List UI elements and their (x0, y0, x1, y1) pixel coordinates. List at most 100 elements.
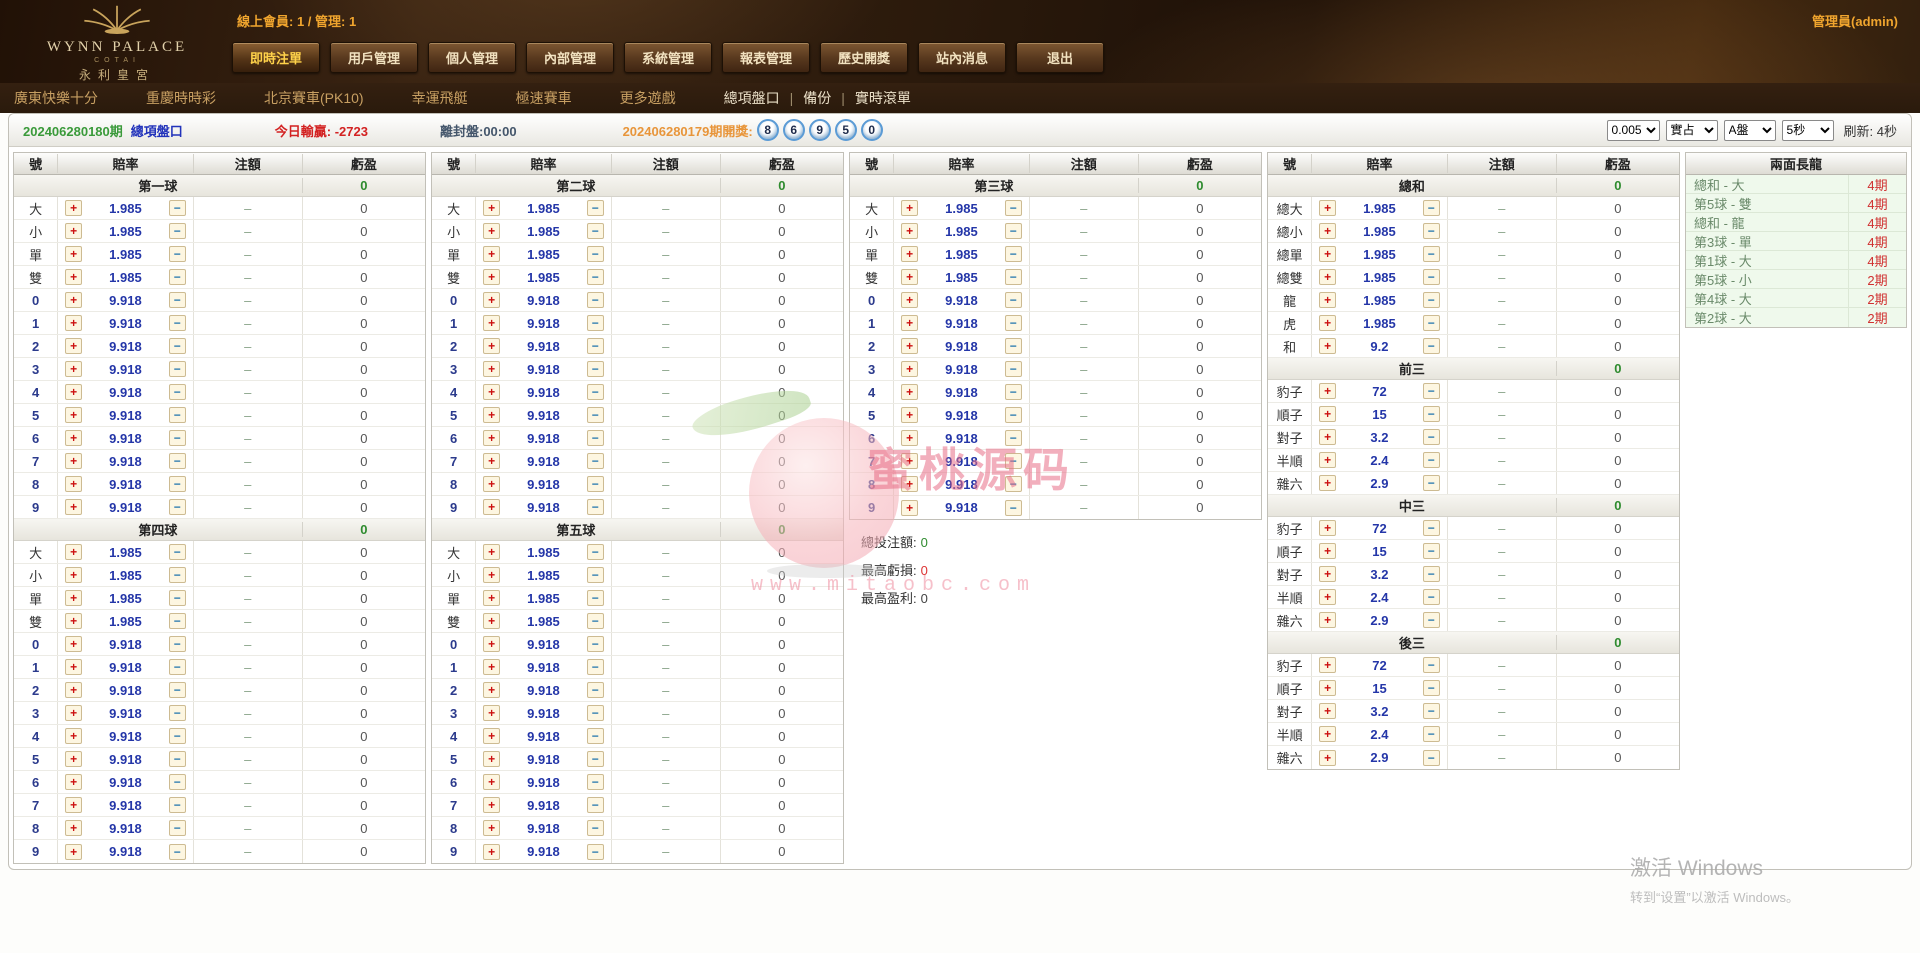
sub-nav-item[interactable]: 北京賽車(PK10) (264, 88, 364, 108)
odds-decrease-button[interactable]: − (1423, 383, 1440, 399)
odds-increase-button[interactable]: + (1319, 452, 1336, 468)
odds-increase-button[interactable]: + (483, 567, 500, 583)
odds-increase-button[interactable]: + (65, 728, 82, 744)
odds-decrease-button[interactable]: − (1423, 292, 1440, 308)
odds-increase-button[interactable]: + (483, 476, 500, 492)
odds-increase-button[interactable]: + (483, 613, 500, 629)
odds-increase-button[interactable]: + (1319, 429, 1336, 445)
odds-decrease-button[interactable]: − (1005, 246, 1022, 262)
odds-increase-button[interactable]: + (65, 659, 82, 675)
odds-increase-button[interactable]: + (483, 430, 500, 446)
odds-decrease-button[interactable]: − (587, 246, 604, 262)
odds-increase-button[interactable]: + (901, 407, 918, 423)
odds-increase-button[interactable]: + (483, 682, 500, 698)
odds-increase-button[interactable]: + (483, 751, 500, 767)
sub-nav-item[interactable]: 更多遊戲 (620, 88, 676, 108)
odds-increase-button[interactable]: + (1319, 612, 1336, 628)
streak-row[interactable]: 第4球 - 大2期 (1686, 289, 1906, 308)
odds-increase-button[interactable]: + (1319, 475, 1336, 491)
odds-increase-button[interactable]: + (65, 476, 82, 492)
odds-increase-button[interactable]: + (901, 500, 918, 516)
odds-increase-button[interactable]: + (65, 407, 82, 423)
odds-increase-button[interactable]: + (483, 844, 500, 860)
odds-decrease-button[interactable]: − (169, 384, 186, 400)
nav-tab-即時注單[interactable]: 即時注單 (232, 42, 320, 73)
odds-decrease-button[interactable]: − (169, 453, 186, 469)
odds-decrease-button[interactable]: − (587, 728, 604, 744)
sub-nav-link[interactable]: 實時滾單 (855, 88, 911, 108)
odds-increase-button[interactable]: + (65, 223, 82, 239)
board-type-select[interactable]: A盤 (1724, 120, 1776, 141)
odds-decrease-button[interactable]: − (169, 430, 186, 446)
odds-decrease-button[interactable]: − (1005, 200, 1022, 216)
odds-decrease-button[interactable]: − (1423, 223, 1440, 239)
odds-decrease-button[interactable]: − (1005, 476, 1022, 492)
odds-increase-button[interactable]: + (1319, 406, 1336, 422)
odds-decrease-button[interactable]: − (587, 407, 604, 423)
streak-row[interactable]: 第5球 - 雙4期 (1686, 194, 1906, 213)
odds-increase-button[interactable]: + (1319, 543, 1336, 559)
odds-increase-button[interactable]: + (65, 544, 82, 560)
nav-tab-系統管理[interactable]: 系統管理 (624, 42, 712, 73)
odds-increase-button[interactable]: + (65, 751, 82, 767)
odds-decrease-button[interactable]: − (587, 567, 604, 583)
odds-increase-button[interactable]: + (65, 844, 82, 860)
odds-increase-button[interactable]: + (65, 246, 82, 262)
odds-decrease-button[interactable]: − (169, 613, 186, 629)
odds-increase-button[interactable]: + (483, 797, 500, 813)
odds-increase-button[interactable]: + (65, 499, 82, 515)
odds-increase-button[interactable]: + (901, 338, 918, 354)
odds-decrease-button[interactable]: − (169, 544, 186, 560)
odds-increase-button[interactable]: + (65, 613, 82, 629)
odds-increase-button[interactable]: + (1319, 269, 1336, 285)
odds-increase-button[interactable]: + (901, 292, 918, 308)
odds-decrease-button[interactable]: − (169, 728, 186, 744)
odds-decrease-button[interactable]: − (587, 797, 604, 813)
odds-decrease-button[interactable]: − (587, 361, 604, 377)
odds-decrease-button[interactable]: − (1005, 223, 1022, 239)
odds-step-select[interactable]: 0.005 (1607, 120, 1660, 141)
odds-decrease-button[interactable]: − (169, 315, 186, 331)
odds-decrease-button[interactable]: − (587, 384, 604, 400)
nav-tab-站內消息[interactable]: 站內消息 (918, 42, 1006, 73)
odds-increase-button[interactable]: + (1319, 566, 1336, 582)
odds-decrease-button[interactable]: − (1005, 338, 1022, 354)
odds-decrease-button[interactable]: − (169, 636, 186, 652)
odds-increase-button[interactable]: + (65, 338, 82, 354)
odds-decrease-button[interactable]: − (1423, 452, 1440, 468)
streak-row[interactable]: 第1球 - 大4期 (1686, 251, 1906, 270)
odds-decrease-button[interactable]: − (587, 751, 604, 767)
nav-tab-內部管理[interactable]: 內部管理 (526, 42, 614, 73)
odds-decrease-button[interactable]: − (169, 682, 186, 698)
odds-decrease-button[interactable]: − (1005, 453, 1022, 469)
odds-decrease-button[interactable]: − (587, 430, 604, 446)
odds-increase-button[interactable]: + (901, 453, 918, 469)
odds-decrease-button[interactable]: − (169, 659, 186, 675)
odds-increase-button[interactable]: + (483, 636, 500, 652)
odds-increase-button[interactable]: + (483, 200, 500, 216)
nav-tab-用戶管理[interactable]: 用戶管理 (330, 42, 418, 73)
odds-increase-button[interactable]: + (901, 223, 918, 239)
odds-increase-button[interactable]: + (483, 315, 500, 331)
odds-increase-button[interactable]: + (65, 430, 82, 446)
odds-decrease-button[interactable]: − (587, 705, 604, 721)
odds-increase-button[interactable]: + (483, 820, 500, 836)
odds-decrease-button[interactable]: − (1423, 657, 1440, 673)
odds-decrease-button[interactable]: − (169, 751, 186, 767)
odds-increase-button[interactable]: + (1319, 680, 1336, 696)
odds-increase-button[interactable]: + (65, 705, 82, 721)
odds-increase-button[interactable]: + (483, 223, 500, 239)
odds-increase-button[interactable]: + (1319, 703, 1336, 719)
odds-increase-button[interactable]: + (483, 774, 500, 790)
odds-increase-button[interactable]: + (65, 200, 82, 216)
refresh-interval-select[interactable]: 5秒 (1782, 120, 1834, 141)
odds-increase-button[interactable]: + (65, 797, 82, 813)
odds-decrease-button[interactable]: − (1005, 384, 1022, 400)
odds-decrease-button[interactable]: − (587, 338, 604, 354)
odds-increase-button[interactable]: + (483, 384, 500, 400)
odds-increase-button[interactable]: + (1319, 383, 1336, 399)
odds-decrease-button[interactable]: − (587, 820, 604, 836)
odds-increase-button[interactable]: + (65, 315, 82, 331)
odds-decrease-button[interactable]: − (1423, 543, 1440, 559)
odds-increase-button[interactable]: + (901, 384, 918, 400)
